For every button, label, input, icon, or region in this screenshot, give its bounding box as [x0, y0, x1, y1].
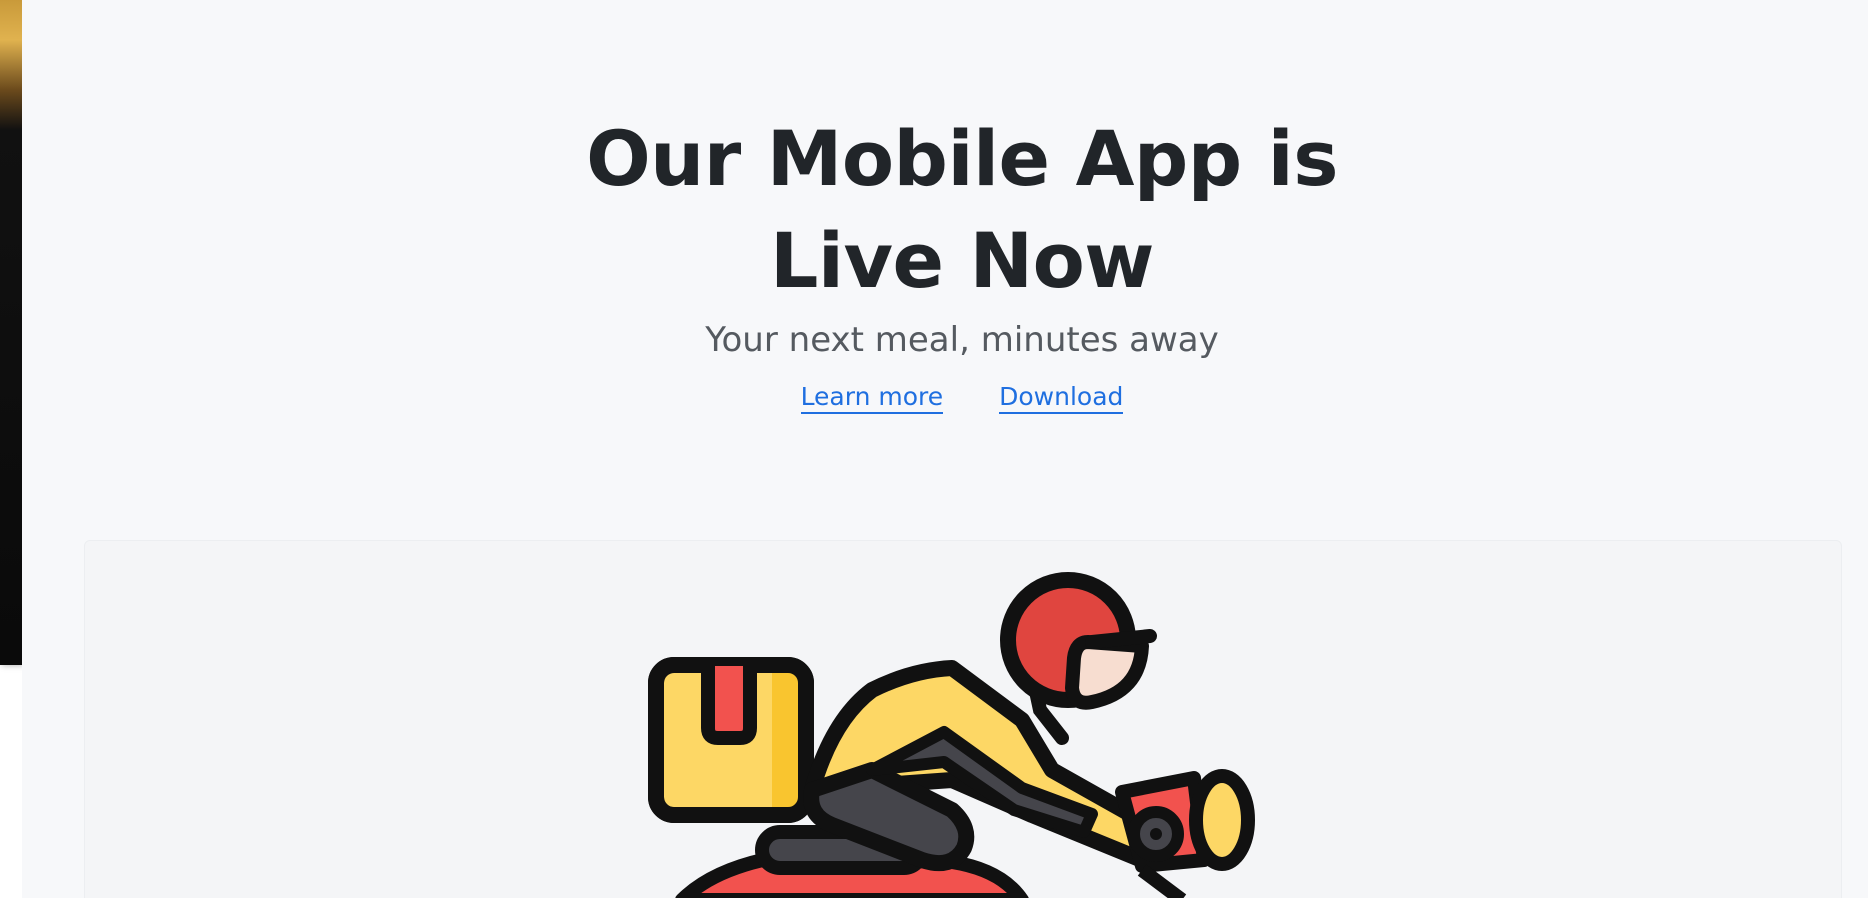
- learn-more-link[interactable]: Learn more: [800, 382, 944, 414]
- delivery-rider-icon: [648, 572, 1255, 898]
- hero-links: Learn more Download: [22, 382, 1868, 414]
- app-promo-section: Our Mobile App is Live Now Your next mea…: [22, 0, 1868, 898]
- hero-subtitle: Your next meal, minutes away: [705, 320, 1219, 360]
- previous-slide-edge: [0, 0, 22, 665]
- download-link[interactable]: Download: [999, 382, 1124, 414]
- page: Our Mobile App is Live Now Your next mea…: [0, 0, 1868, 898]
- page-title: Our Mobile App is Live Now: [586, 114, 1338, 305]
- hero: Our Mobile App is Live Now Your next mea…: [22, 108, 1868, 414]
